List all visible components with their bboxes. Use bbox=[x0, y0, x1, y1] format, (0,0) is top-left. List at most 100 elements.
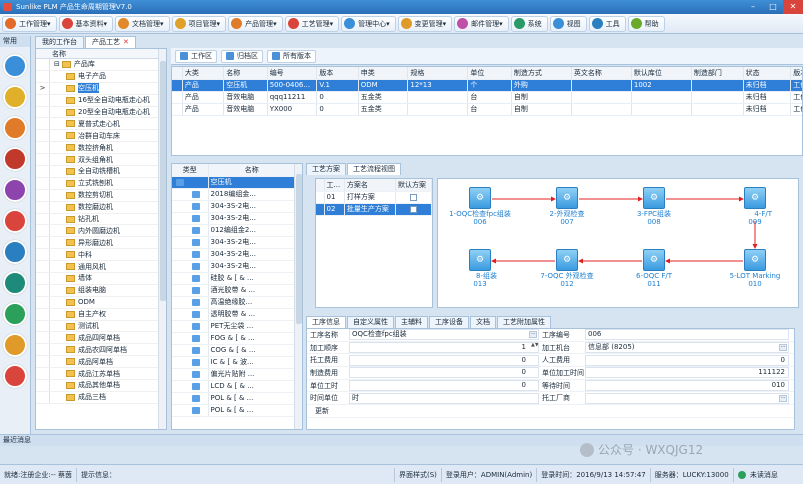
process-node[interactable]: ⚙ 6-OQC F/T 011 bbox=[636, 249, 672, 288]
checkbox[interactable] bbox=[410, 205, 418, 213]
lookup-button[interactable]: ··· bbox=[779, 344, 787, 352]
tree-node[interactable]: 内外圆磨边机 bbox=[36, 225, 166, 238]
table-row[interactable]: 硅胶 & [ & ... bbox=[172, 272, 296, 285]
tree-node[interactable]: 双头组角机 bbox=[36, 154, 166, 167]
field-input[interactable]: 0 bbox=[349, 354, 539, 366]
table-row[interactable]: COG & [ & ... bbox=[172, 344, 296, 357]
table-row[interactable]: POL & [ & ... bbox=[172, 404, 296, 417]
column-header[interactable]: 制造部门 bbox=[691, 67, 744, 80]
tree-node[interactable]: 通用风机 bbox=[36, 261, 166, 274]
tree-node[interactable]: 夏普式走心机 bbox=[36, 118, 166, 131]
toolbar-button-2[interactable]: 归档区 bbox=[221, 49, 263, 63]
tree-node[interactable]: 成品其他单档 bbox=[36, 380, 166, 392]
detail-tab-4[interactable]: 工序设备 bbox=[429, 316, 469, 328]
tree-node[interactable]: 组装电脑 bbox=[36, 284, 166, 297]
detail-tab-6[interactable]: 工艺附加属性 bbox=[497, 316, 551, 328]
settings-icon[interactable] bbox=[3, 147, 27, 171]
column-header[interactable]: 状态 bbox=[743, 67, 792, 80]
toolbar-button-1[interactable]: 工作区 bbox=[175, 49, 217, 63]
default-checkbox-cell[interactable] bbox=[395, 191, 432, 204]
table-row[interactable]: 高温绝缘胶... bbox=[172, 296, 296, 309]
column-header[interactable]: 版本 bbox=[316, 67, 359, 80]
menu-5[interactable]: 产品管理 ▾ bbox=[228, 15, 283, 32]
tree-node[interactable]: 异形磨边机 bbox=[36, 237, 166, 250]
detail-tab-1[interactable]: 工序信息 bbox=[306, 316, 346, 328]
tree-node[interactable]: 成品三档 bbox=[36, 391, 166, 404]
field-input[interactable]: 0 bbox=[585, 354, 789, 366]
tree-node[interactable]: 16型全自动电瓶走心机 bbox=[36, 94, 166, 107]
mail-icon[interactable] bbox=[3, 209, 27, 233]
network-icon[interactable] bbox=[3, 302, 27, 326]
process-node[interactable]: ⚙ 5-LOT Marking 010 bbox=[730, 249, 780, 288]
close-icon[interactable]: ✕ bbox=[123, 38, 129, 46]
column-header[interactable]: 大类 bbox=[182, 67, 225, 80]
default-checkbox-cell[interactable] bbox=[395, 203, 432, 216]
update-link[interactable]: 更新 bbox=[307, 406, 329, 416]
table-row[interactable]: 304-3S-2电... bbox=[172, 236, 296, 249]
lookup-button[interactable]: ··· bbox=[529, 331, 537, 339]
tree-node[interactable]: 数控挤角机 bbox=[36, 142, 166, 155]
table-row[interactable]: 透明胶带 & ... bbox=[172, 308, 296, 321]
table-row[interactable]: 01 打样方案 bbox=[316, 191, 432, 204]
field-input[interactable]: 1 ▲▼ bbox=[349, 342, 539, 354]
menu-7[interactable]: 管理中心 ▾ bbox=[341, 15, 396, 32]
tree-node[interactable]: > 空压机 bbox=[36, 82, 166, 95]
process-tab-1[interactable]: 工艺方案 bbox=[306, 163, 346, 175]
menu-6[interactable]: 工艺管理 ▾ bbox=[284, 15, 340, 32]
menu-13[interactable]: 帮助 bbox=[627, 15, 665, 32]
process-node[interactable]: ⚙ 3-FPC组装 008 bbox=[637, 187, 671, 226]
tree-node[interactable]: 钻孔机 bbox=[36, 213, 166, 226]
checkbox[interactable] bbox=[410, 193, 418, 201]
field-input[interactable]: 006 bbox=[585, 329, 789, 341]
field-input[interactable]: 时 bbox=[349, 392, 539, 404]
field-input[interactable]: 111122 bbox=[585, 367, 789, 379]
field-input[interactable]: 0 bbox=[349, 367, 539, 379]
table-row[interactable]: 偏光片贴附 ... bbox=[172, 368, 296, 381]
column-header[interactable]: 申类 bbox=[358, 67, 409, 80]
menu-9[interactable]: 邮件管理 ▾ bbox=[454, 15, 509, 32]
field-input[interactable]: 信息部 (8205) ··· bbox=[585, 342, 789, 354]
detail-tab-2[interactable]: 自定义属性 bbox=[347, 316, 394, 328]
tree-node[interactable]: ODM bbox=[36, 296, 166, 309]
table-row[interactable]: IC & [ & 波... bbox=[172, 356, 296, 369]
table-row[interactable]: POL & [ & ... bbox=[172, 392, 296, 405]
tree-node[interactable]: 自主产权 bbox=[36, 308, 166, 321]
table-row[interactable]: 304-3S-2电... bbox=[172, 260, 296, 273]
column-header[interactable]: 规格 bbox=[407, 67, 469, 80]
tree-node[interactable]: 成品四阿单档 bbox=[36, 332, 166, 345]
column-header[interactable]: 类型 bbox=[172, 164, 209, 177]
gear-icon[interactable] bbox=[3, 178, 27, 202]
style-selector[interactable]: 界面样式(S) bbox=[395, 467, 442, 482]
table-row[interactable]: 304-3S-2电... bbox=[172, 200, 296, 213]
document-icon[interactable] bbox=[3, 271, 27, 295]
hub-icon[interactable] bbox=[3, 54, 27, 78]
monitor-icon[interactable] bbox=[3, 85, 27, 109]
menu-1[interactable]: 工作管理 ▾ bbox=[2, 15, 57, 32]
tab-2[interactable]: 产品工艺 ✕ bbox=[85, 36, 136, 48]
tree-node[interactable]: 墙体 bbox=[36, 273, 166, 285]
column-header[interactable]: 单位 bbox=[467, 67, 512, 80]
tree-node[interactable]: 测试机 bbox=[36, 320, 166, 333]
table-row[interactable]: FOG & [ & ... bbox=[172, 332, 296, 345]
field-input[interactable]: ··· bbox=[585, 392, 789, 404]
column-header[interactable]: 默认库位 bbox=[631, 67, 692, 80]
tree-root[interactable]: ⊟ 产品库 bbox=[36, 59, 166, 71]
unread-messages[interactable]: 未读消息 bbox=[734, 468, 782, 482]
column-header[interactable]: 制造方式 bbox=[511, 67, 572, 80]
table-row[interactable]: 产品音效电脑YX0000五金类 台自制 未归档工作 bbox=[172, 103, 802, 116]
spinner-icon[interactable]: ▲▼ bbox=[531, 343, 538, 352]
process-node[interactable]: ⚙ 7-OQC 外观检查 012 bbox=[540, 249, 594, 288]
detail-tab-5[interactable]: 文档 bbox=[470, 316, 496, 328]
table-row[interactable]: 产品空压机500-0406...V.1ODM12*13个外购 1002 未归档工作 bbox=[172, 79, 802, 92]
menu-10[interactable]: 系统 bbox=[510, 15, 548, 32]
maximize-button[interactable]: □ bbox=[763, 0, 783, 14]
column-header[interactable]: 英文名称 bbox=[571, 67, 632, 80]
tree-node[interactable]: 中科 bbox=[36, 249, 166, 262]
tree-node[interactable]: 20型全自动电瓶走心机 bbox=[36, 106, 166, 119]
book-icon[interactable] bbox=[3, 364, 27, 388]
field-input[interactable]: 010 bbox=[585, 380, 789, 392]
process-node[interactable]: ⚙ 8-组装 013 bbox=[463, 249, 497, 288]
building-icon[interactable] bbox=[3, 116, 27, 140]
tree-node[interactable]: 成品阿单档 bbox=[36, 356, 166, 369]
column-header[interactable]: 工... bbox=[324, 179, 345, 192]
